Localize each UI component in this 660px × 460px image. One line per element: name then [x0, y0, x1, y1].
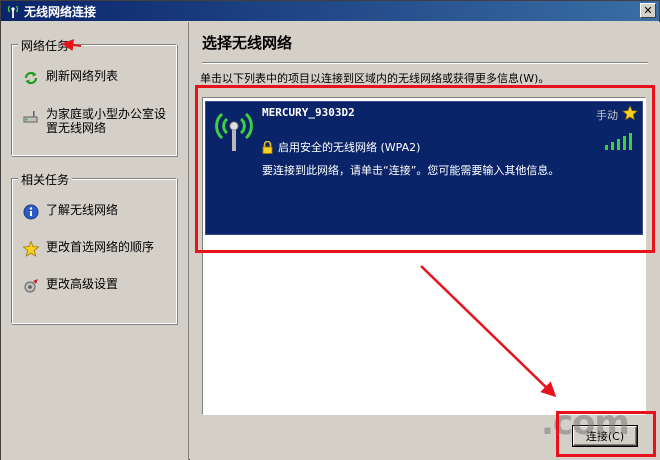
setup-home-network-label: 为家庭或小型办公室设置无线网络: [46, 107, 167, 135]
change-advanced-settings-link[interactable]: 更改高级设置: [22, 277, 118, 295]
setup-home-network-link[interactable]: 为家庭或小型办公室设置无线网络: [22, 107, 176, 135]
connect-highlight-box: [556, 411, 656, 457]
refresh-network-list-link[interactable]: 刷新网络列表: [22, 69, 118, 87]
close-button[interactable]: ✕: [640, 3, 656, 18]
wireless-icon: [7, 5, 19, 18]
network-tasks-title: 网络任务: [18, 37, 73, 54]
change-preferred-order-label: 更改首选网络的顺序: [46, 240, 155, 254]
page-title: 选择无线网络: [202, 34, 293, 52]
title-bar: 无线网络连接 ✕: [1, 1, 659, 21]
star-icon: [22, 240, 40, 257]
wireless-connection-window: 无线网络连接 ✕ 网络任务 刷新网络列表 为家庭或小型办公室设置无线网络 相关任…: [0, 0, 660, 460]
wireless-setup-icon: [23, 111, 38, 123]
settings-icon: [24, 279, 38, 293]
title-divider: [202, 62, 648, 64]
learn-wireless-link[interactable]: 了解无线网络: [22, 203, 118, 221]
refresh-icon: [24, 71, 38, 85]
change-preferred-order-link[interactable]: 更改首选网络的顺序: [22, 240, 154, 258]
network-highlight-box: [195, 85, 655, 253]
network-tasks-group: 网络任务 刷新网络列表 为家庭或小型办公室设置无线网络: [11, 37, 177, 156]
change-advanced-settings-label: 更改高级设置: [46, 277, 119, 291]
task-pane: 网络任务 刷新网络列表 为家庭或小型办公室设置无线网络 相关任务 了解无线网络 …: [1, 22, 189, 460]
close-icon: ✕: [643, 4, 653, 17]
window-title: 无线网络连接: [24, 4, 97, 19]
instruction-text: 单击以下列表中的项目以连接到区域内的无线网络或获得更多信息(W)。: [200, 72, 550, 85]
learn-wireless-label: 了解无线网络: [46, 203, 119, 217]
refresh-network-list-label: 刷新网络列表: [46, 69, 119, 83]
info-icon: [23, 204, 39, 220]
related-tasks-group: 相关任务 了解无线网络 更改首选网络的顺序 更改高级设置: [11, 171, 177, 324]
related-tasks-title: 相关任务: [18, 171, 73, 188]
